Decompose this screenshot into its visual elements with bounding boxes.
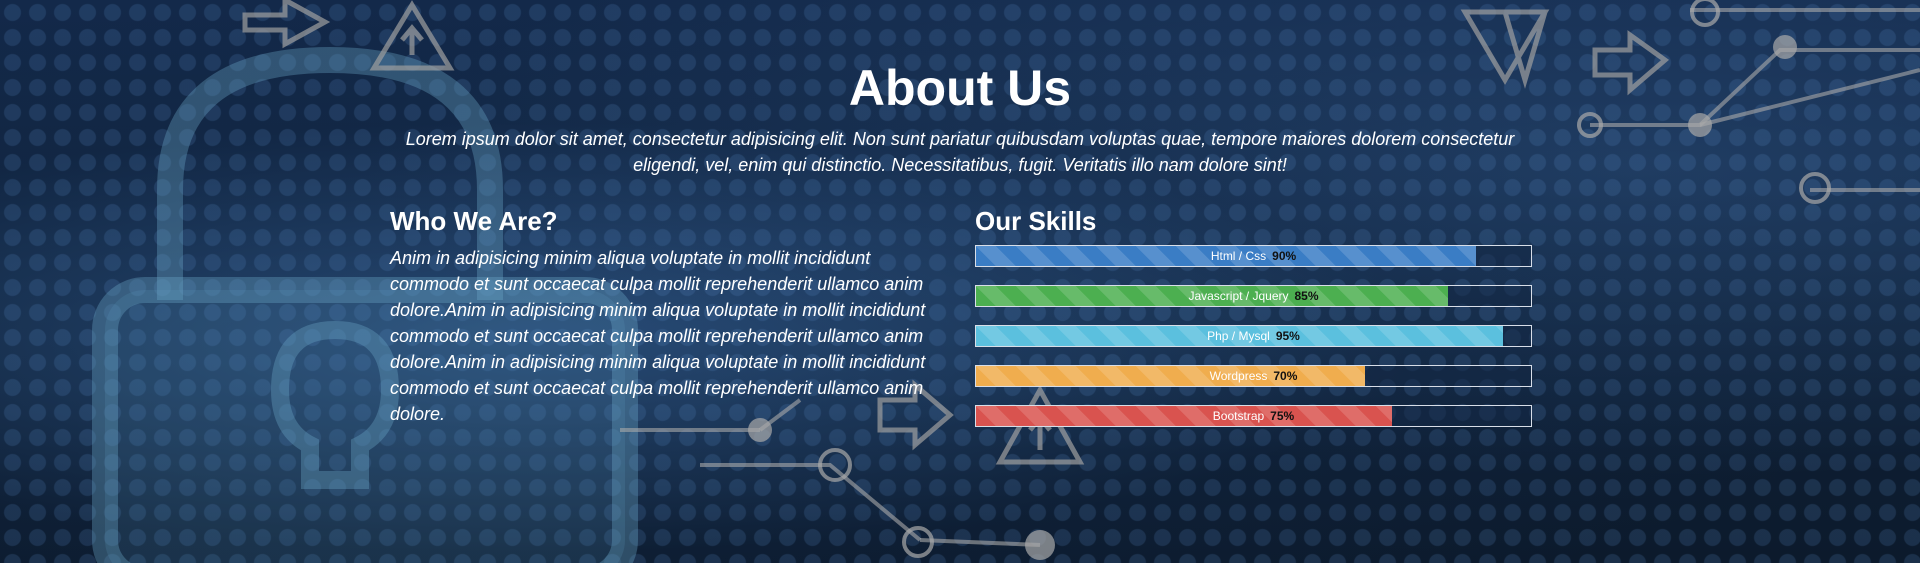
skill-label: Html / Css	[1210, 249, 1267, 263]
our-skills-title: Our Skills	[975, 206, 1097, 236]
skill-percent: 85%	[1294, 289, 1319, 303]
skill-bar-wordpress: Wordpress 70%	[975, 365, 1532, 387]
page-title: About Us	[848, 60, 1072, 116]
about-content: About Us Lorem ipsum dolor sit amet, con…	[0, 0, 1920, 563]
skill-percent: 95%	[1275, 329, 1300, 343]
skill-bar-text: Javascript / Jquery 85%	[976, 286, 1531, 306]
skill-percent: 75%	[1270, 409, 1295, 423]
skill-percent: 70%	[1273, 369, 1298, 383]
skill-label: Bootstrap	[1212, 409, 1265, 423]
our-skills-section: Our Skills Html / Css 90% Javascript / Jq…	[975, 205, 1532, 445]
about-section: About Us Lorem ipsum dolor sit amet, con…	[0, 0, 1920, 563]
skill-label: Wordpress	[1209, 369, 1268, 383]
who-we-are-section: Who We Are? Anim in adipisicing minim al…	[390, 205, 950, 427]
skill-bar-text: Html / Css 90%	[976, 246, 1531, 266]
skill-bar-bootstrap: Bootstrap 75%	[975, 405, 1532, 427]
skill-bar-html-css: Html / Css 90%	[975, 245, 1532, 267]
who-we-are-text: Anim in adipisicing minim aliqua volupta…	[390, 248, 926, 424]
skill-bar-javascript-jquery: Javascript / Jquery 85%	[975, 285, 1532, 307]
skill-label: Php / Mysql	[1207, 329, 1270, 343]
skill-label: Javascript / Jquery	[1188, 289, 1289, 303]
who-we-are-title: Who We Are?	[390, 206, 558, 236]
skill-bar-text: Wordpress 70%	[976, 366, 1531, 386]
skill-percent: 90%	[1272, 249, 1297, 263]
skill-bar-text: Bootstrap 75%	[976, 406, 1531, 426]
skill-bar-text: Php / Mysql 95%	[976, 326, 1531, 346]
intro-paragraph: Lorem ipsum dolor sit amet, consectetur …	[405, 129, 1515, 175]
skill-bar-php-mysql: Php / Mysql 95%	[975, 325, 1532, 347]
